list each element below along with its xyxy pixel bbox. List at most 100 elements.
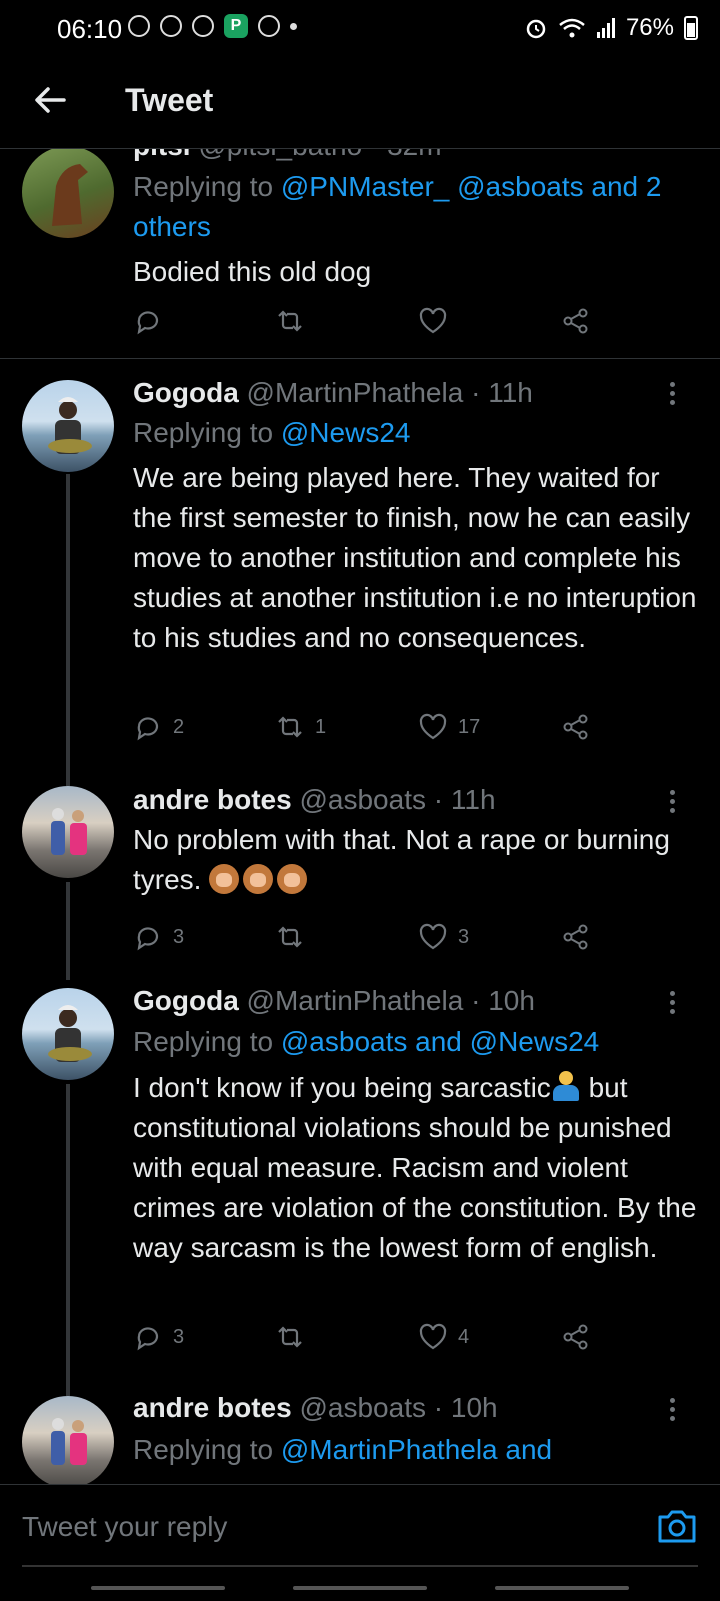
- conversation-feed[interactable]: pitsi @pitsi_batho · 32m Replying to @PN…: [0, 148, 720, 1484]
- replying-label: Replying to: [133, 1026, 274, 1057]
- tweet-meta: andre botes @asboats · 10h: [133, 1392, 498, 1423]
- replying-to: Replying to @asboats and @News24: [133, 1022, 703, 1062]
- couple-avatar-image: [51, 1418, 87, 1465]
- app-icon: P: [224, 14, 248, 38]
- replying-label: Replying to: [133, 1434, 274, 1465]
- speak-no-evil-monkey-icon: [277, 864, 308, 894]
- wifi-icon: [559, 18, 585, 38]
- reply-button[interactable]: [133, 306, 163, 336]
- retweet-button[interactable]: [275, 1322, 305, 1352]
- share-icon: [563, 714, 588, 740]
- reply-count: 2: [173, 715, 185, 738]
- more-options-icon[interactable]: [670, 790, 676, 817]
- more-options-icon[interactable]: [670, 1398, 676, 1425]
- handle[interactable]: @pitsi_batho: [198, 148, 362, 161]
- more-notifications-icon: [290, 22, 297, 30]
- heart-icon: [419, 713, 447, 740]
- display-name[interactable]: Gogoda: [133, 377, 239, 408]
- avatar[interactable]: [22, 148, 114, 238]
- timestamp: 32m: [387, 148, 441, 161]
- like-button[interactable]: 4: [418, 1322, 469, 1352]
- reply-icon: [137, 927, 159, 951]
- share-icon: [563, 308, 588, 334]
- avatar[interactable]: [22, 1396, 114, 1484]
- like-count: 17: [458, 715, 481, 738]
- status-bar: 06:10 P 76%: [0, 0, 720, 56]
- page-title: Tweet: [125, 82, 214, 118]
- retweet-icon: [278, 716, 302, 738]
- nav-back-handle[interactable]: [495, 1586, 629, 1590]
- heart-icon: [419, 923, 447, 950]
- tweet-text-part: I don't know if you being sarcastic: [133, 1072, 551, 1103]
- share-button[interactable]: [561, 306, 591, 336]
- share-icon: [563, 924, 588, 950]
- more-options-icon[interactable]: [670, 382, 676, 409]
- tweet-text: I don't know if you being sarcastic but …: [133, 1068, 703, 1268]
- camera-icon[interactable]: [654, 1503, 700, 1549]
- share-button[interactable]: [561, 712, 591, 742]
- timestamp: 10h: [450, 1392, 498, 1423]
- like-button[interactable]: 3: [418, 922, 469, 952]
- thread-line: [66, 474, 70, 786]
- retweet-icon: [278, 926, 302, 948]
- share-button[interactable]: [561, 922, 591, 952]
- share-button[interactable]: [561, 1322, 591, 1352]
- nav-home-handle[interactable]: [293, 1586, 427, 1590]
- mention-links[interactable]: @asboats and @News24: [281, 1026, 599, 1057]
- handle[interactable]: @asboats: [299, 1392, 426, 1423]
- alarm-icon: [526, 19, 546, 39]
- battery-percent: 76%: [625, 14, 674, 41]
- handle[interactable]: @asboats: [299, 784, 426, 815]
- reply-button[interactable]: 2: [133, 712, 184, 742]
- retweet-button[interactable]: [275, 922, 305, 952]
- display-name[interactable]: Gogoda: [133, 985, 239, 1016]
- handle[interactable]: @MartinPhathela: [247, 985, 464, 1016]
- nav-recent-handle[interactable]: [91, 1586, 225, 1590]
- reply-count: 3: [173, 925, 185, 948]
- timestamp: 10h: [488, 985, 535, 1016]
- more-options-icon[interactable]: [670, 991, 676, 1018]
- retweet-icon: [278, 1326, 302, 1348]
- tweet-meta: pitsi @pitsi_batho · 32m: [133, 148, 442, 162]
- reply-icon: [137, 1327, 159, 1351]
- display-name[interactable]: andre botes: [133, 1392, 292, 1423]
- person-avatar-image: [48, 1005, 92, 1062]
- back-arrow-icon[interactable]: [30, 80, 70, 120]
- avatar[interactable]: [22, 786, 114, 878]
- like-button[interactable]: [418, 306, 448, 336]
- mention-links[interactable]: @MartinPhathela and: [281, 1434, 552, 1465]
- heart-icon: [419, 1323, 447, 1350]
- like-count: 4: [458, 1325, 470, 1348]
- reply-button[interactable]: 3: [133, 922, 184, 952]
- like-button[interactable]: 17: [418, 712, 480, 742]
- retweet-icon: [278, 310, 302, 332]
- mention-links[interactable]: @News24: [281, 417, 411, 448]
- person-avatar-image: [48, 397, 92, 454]
- top-app-bar: Tweet: [0, 56, 720, 149]
- tweet-text: We are being played here. They waited fo…: [133, 462, 697, 653]
- notification-icons: P: [128, 14, 297, 38]
- couple-avatar-image: [51, 808, 87, 855]
- like-count: 3: [458, 925, 470, 948]
- weather-icon: [192, 15, 214, 37]
- replying-to: Replying to @MartinPhathela and: [133, 1430, 703, 1470]
- avatar[interactable]: [22, 988, 114, 1080]
- reply-button[interactable]: 3: [133, 1322, 184, 1352]
- handle[interactable]: @MartinPhathela: [247, 377, 464, 408]
- timestamp: 11h: [488, 377, 533, 408]
- divider: [0, 358, 720, 359]
- retweet-button[interactable]: [275, 306, 305, 336]
- tweet-text: No problem with that. Not a rape or burn…: [133, 820, 703, 900]
- display-name[interactable]: andre botes: [133, 784, 292, 815]
- reply-icon: [137, 717, 159, 741]
- see-no-evil-monkey-icon: [209, 864, 240, 894]
- display-name[interactable]: pitsi: [133, 148, 191, 161]
- reply-input[interactable]: Tweet your reply: [22, 1511, 227, 1543]
- retweet-button[interactable]: 1: [275, 712, 326, 742]
- avatar[interactable]: [22, 380, 114, 472]
- thread-line: [66, 882, 70, 980]
- tweet-actions: [133, 306, 603, 342]
- heart-icon: [419, 307, 447, 334]
- system-navigation-bar: [0, 1582, 720, 1600]
- tweet-meta: Gogoda @MartinPhathela · 10h: [133, 985, 535, 1016]
